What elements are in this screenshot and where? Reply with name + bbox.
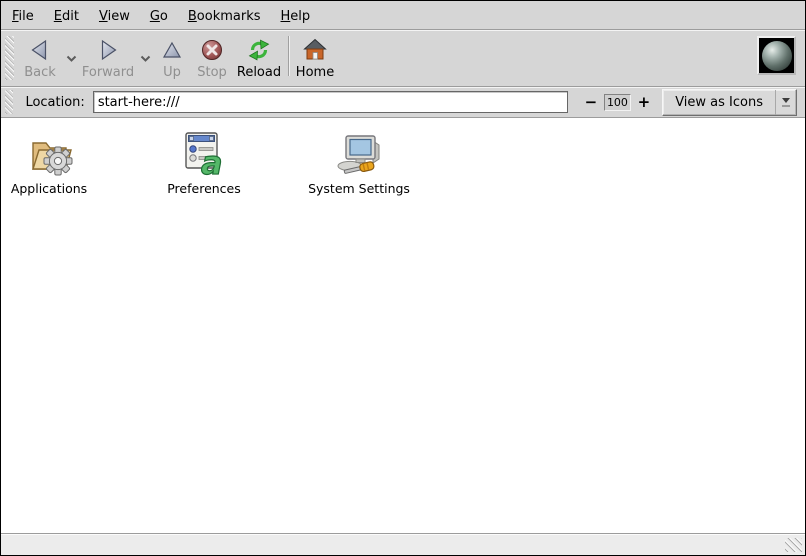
view-as-label: View as Icons <box>663 90 775 115</box>
system-settings-computer-icon <box>335 129 383 177</box>
resize-grip[interactable] <box>785 538 802 552</box>
nautilus-window: File Edit View Go Bookmarks Help Back <box>0 0 806 556</box>
home-button-label: Home <box>296 65 334 80</box>
up-arrow-icon <box>161 36 183 63</box>
icon-preferences[interactable]: a Preferences <box>156 118 252 196</box>
menu-file[interactable]: File <box>2 6 44 27</box>
home-icon <box>303 36 327 63</box>
up-button-label: Up <box>163 65 181 80</box>
back-button[interactable]: Back <box>17 30 63 80</box>
svg-text:a: a <box>201 144 223 177</box>
reload-icon <box>247 36 271 63</box>
chevron-down-icon <box>66 55 77 63</box>
icon-system-settings[interactable]: System Settings <box>311 118 407 196</box>
icon-preferences-label: Preferences <box>167 181 241 196</box>
menu-go[interactable]: Go <box>140 6 178 27</box>
throbber-sphere-icon <box>762 41 792 71</box>
preferences-window-icon: a <box>180 129 228 177</box>
status-bar <box>1 533 805 555</box>
menu-bar: File Edit View Go Bookmarks Help <box>1 1 805 30</box>
menu-bookmarks[interactable]: Bookmarks <box>178 6 271 27</box>
up-button[interactable]: Up <box>153 30 191 80</box>
back-button-label: Back <box>24 65 56 80</box>
chevron-down-icon <box>140 55 151 63</box>
menu-view[interactable]: View <box>89 6 140 27</box>
icon-applications-label: Applications <box>11 181 87 196</box>
zoom-level-indicator[interactable]: 100 <box>604 94 630 111</box>
stop-button[interactable]: Stop <box>191 30 233 80</box>
locationbar-grip-handle[interactable] <box>5 90 13 114</box>
location-input[interactable] <box>93 91 568 113</box>
home-button[interactable]: Home <box>292 30 338 80</box>
reload-button[interactable]: Reload <box>233 30 285 80</box>
location-bar: Location: − 100 + View as Icons <box>1 87 805 118</box>
stop-icon <box>200 36 224 63</box>
forward-history-dropdown[interactable] <box>137 52 153 66</box>
tool-bar: Back Forward U <box>1 30 805 87</box>
forward-button-label: Forward <box>82 65 134 80</box>
stop-button-label: Stop <box>197 65 227 80</box>
menu-help[interactable]: Help <box>271 6 321 27</box>
toolbar-grip-handle[interactable] <box>5 36 14 80</box>
forward-button[interactable]: Forward <box>79 30 137 80</box>
location-label: Location: <box>25 95 84 110</box>
menu-edit[interactable]: Edit <box>44 6 89 27</box>
icon-view-pane: Applications a Preferences <box>1 118 805 533</box>
throbber <box>757 36 796 75</box>
applications-folder-gear-icon <box>25 129 73 177</box>
toolbar-separator <box>288 36 289 76</box>
zoom-in-button[interactable]: + <box>636 94 653 110</box>
zoom-out-button[interactable]: − <box>583 94 600 110</box>
icon-system-settings-label: System Settings <box>308 181 410 196</box>
back-history-dropdown[interactable] <box>63 52 79 66</box>
view-as-dropdown[interactable]: View as Icons <box>662 89 797 116</box>
icon-applications[interactable]: Applications <box>1 118 97 196</box>
back-arrow-icon <box>28 36 52 63</box>
reload-button-label: Reload <box>237 65 281 80</box>
combo-arrow-icon <box>775 90 796 115</box>
forward-arrow-icon <box>96 36 120 63</box>
